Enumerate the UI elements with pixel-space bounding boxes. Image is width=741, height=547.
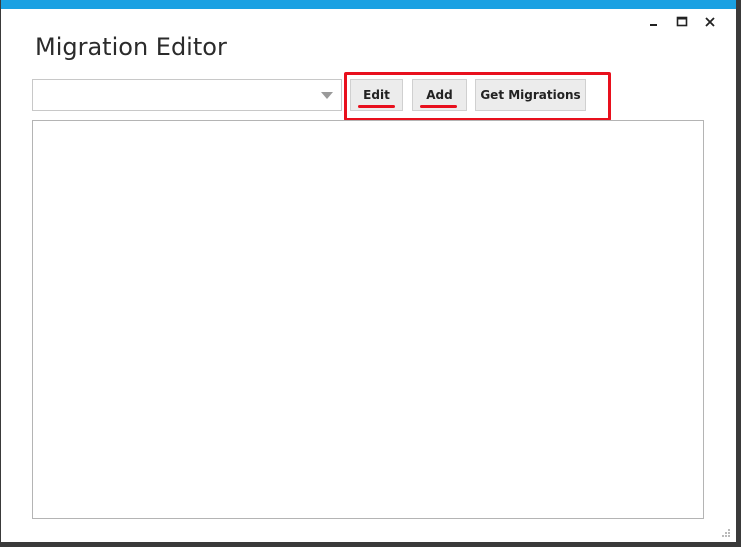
window-border-right <box>736 0 741 547</box>
edit-annotation-underline <box>358 105 395 108</box>
close-icon <box>704 16 716 28</box>
window-accent-bar <box>1 0 736 9</box>
chevron-down-icon <box>321 92 333 99</box>
migration-editor-window: Migration Editor Edit Add Get Migrations <box>0 0 741 547</box>
migration-select[interactable] <box>32 79 342 111</box>
minimize-icon <box>648 16 660 28</box>
caption-buttons <box>643 11 721 33</box>
resize-grip-icon[interactable] <box>719 525 731 537</box>
get-migrations-button[interactable]: Get Migrations <box>475 79 586 111</box>
close-button[interactable] <box>699 11 721 33</box>
window-border-left <box>0 0 1 547</box>
migration-content-area[interactable] <box>32 120 704 519</box>
page-title: Migration Editor <box>35 33 227 61</box>
window-border-bottom <box>0 542 741 547</box>
add-annotation-underline <box>420 105 457 108</box>
maximize-button[interactable] <box>671 11 693 33</box>
maximize-icon <box>676 16 688 28</box>
minimize-button[interactable] <box>643 11 665 33</box>
